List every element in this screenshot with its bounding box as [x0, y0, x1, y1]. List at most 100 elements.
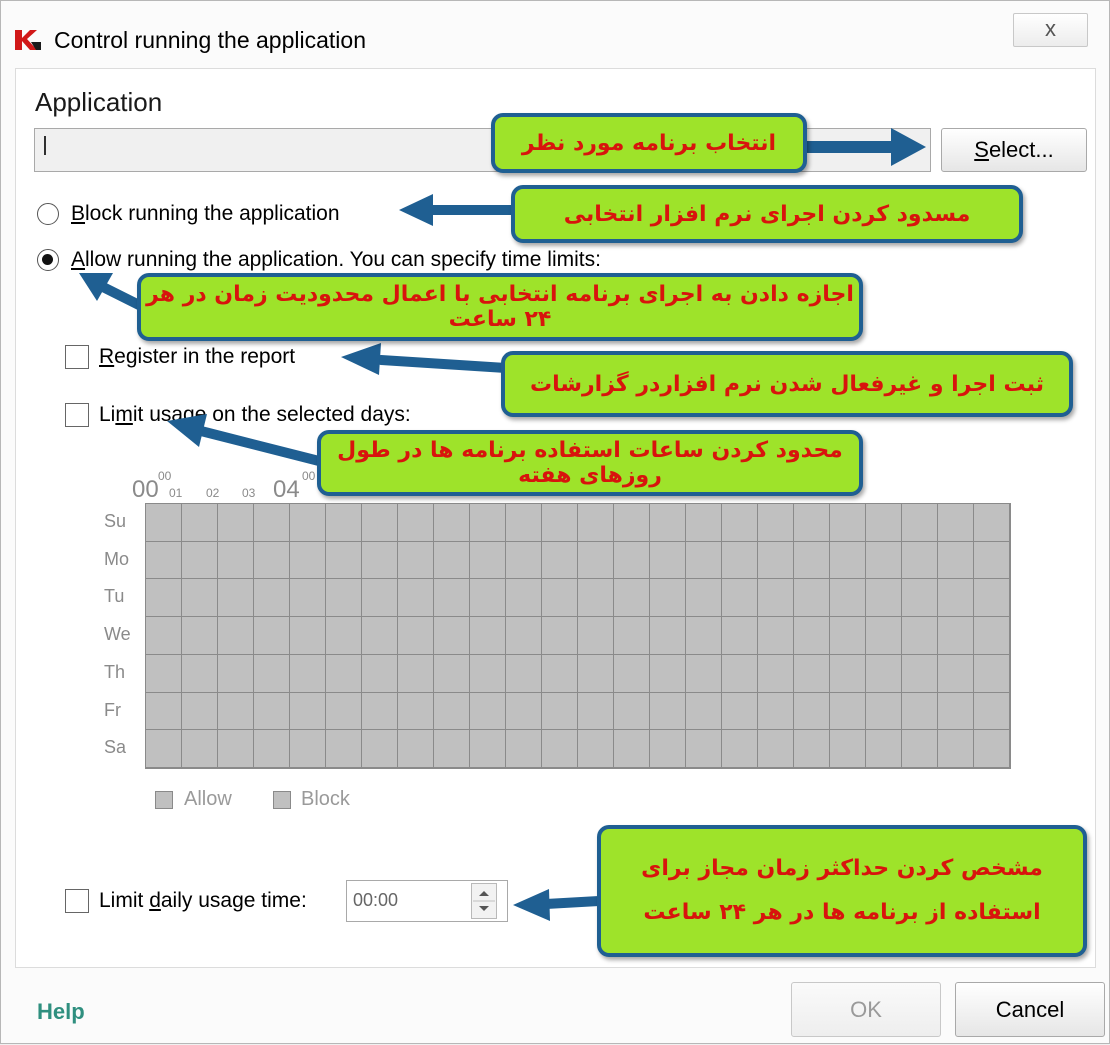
- close-button[interactable]: x: [1013, 13, 1088, 47]
- schedule-cell[interactable]: [326, 730, 362, 768]
- schedule-cell[interactable]: [938, 617, 974, 655]
- schedule-cell[interactable]: [686, 579, 722, 618]
- block-running-radio[interactable]: [37, 203, 59, 225]
- schedule-cell[interactable]: [506, 579, 542, 618]
- schedule-cell[interactable]: [578, 617, 614, 655]
- schedule-cell[interactable]: [686, 654, 722, 693]
- schedule-cell[interactable]: [218, 504, 254, 542]
- schedule-cell[interactable]: [578, 504, 614, 542]
- schedule-cell[interactable]: [830, 579, 866, 618]
- schedule-cell[interactable]: [506, 541, 542, 580]
- schedule-cell[interactable]: [794, 692, 830, 731]
- schedule-cell[interactable]: [722, 579, 758, 618]
- select-button[interactable]: Select...: [941, 128, 1087, 172]
- schedule-cell[interactable]: [902, 730, 938, 768]
- schedule-cell[interactable]: [398, 692, 434, 731]
- schedule-cell[interactable]: [362, 692, 398, 731]
- schedule-cell[interactable]: [290, 692, 326, 731]
- schedule-cell[interactable]: [218, 692, 254, 731]
- schedule-cell[interactable]: [218, 730, 254, 768]
- schedule-cell[interactable]: [470, 692, 506, 731]
- schedule-cell[interactable]: [866, 654, 902, 693]
- schedule-cell[interactable]: [974, 541, 1010, 580]
- cancel-button[interactable]: Cancel: [955, 982, 1105, 1037]
- schedule-cell[interactable]: [470, 579, 506, 618]
- schedule-cell[interactable]: [938, 730, 974, 768]
- schedule-cell[interactable]: [758, 541, 794, 580]
- schedule-cell[interactable]: [182, 541, 218, 580]
- schedule-cell[interactable]: [254, 541, 290, 580]
- schedule-cell[interactable]: [938, 504, 974, 542]
- schedule-cell[interactable]: [578, 579, 614, 618]
- schedule-cell[interactable]: [650, 541, 686, 580]
- schedule-cell[interactable]: [470, 541, 506, 580]
- register-in-report-checkbox[interactable]: [65, 345, 89, 369]
- schedule-cell[interactable]: [974, 730, 1010, 768]
- ok-button[interactable]: OK: [791, 982, 941, 1037]
- schedule-cell[interactable]: [290, 617, 326, 655]
- schedule-cell[interactable]: [830, 617, 866, 655]
- title-bar[interactable]: Control running the application x: [1, 1, 1109, 67]
- schedule-cell[interactable]: [542, 579, 578, 618]
- schedule-cell[interactable]: [758, 730, 794, 768]
- schedule-cell[interactable]: [614, 730, 650, 768]
- schedule-cell[interactable]: [182, 730, 218, 768]
- help-link[interactable]: Help: [37, 999, 85, 1025]
- schedule-cell[interactable]: [902, 579, 938, 618]
- schedule-cell[interactable]: [794, 617, 830, 655]
- schedule-cell[interactable]: [614, 654, 650, 693]
- schedule-cell[interactable]: [398, 730, 434, 768]
- schedule-cell[interactable]: [398, 617, 434, 655]
- schedule-cell[interactable]: [578, 541, 614, 580]
- schedule-cell[interactable]: [434, 617, 470, 655]
- schedule-cell[interactable]: [650, 692, 686, 731]
- schedule-cell[interactable]: [254, 504, 290, 542]
- schedule-cell[interactable]: [902, 504, 938, 542]
- schedule-cell[interactable]: [434, 541, 470, 580]
- schedule-cell[interactable]: [470, 504, 506, 542]
- schedule-cell[interactable]: [470, 730, 506, 768]
- schedule-cell[interactable]: [506, 617, 542, 655]
- schedule-cell[interactable]: [794, 730, 830, 768]
- schedule-cell[interactable]: [902, 692, 938, 731]
- schedule-cell[interactable]: [326, 504, 362, 542]
- schedule-cell[interactable]: [722, 654, 758, 693]
- schedule-cell[interactable]: [578, 692, 614, 731]
- schedule-cell[interactable]: [902, 654, 938, 693]
- schedule-cell[interactable]: [686, 541, 722, 580]
- schedule-cell[interactable]: [650, 654, 686, 693]
- schedule-cell[interactable]: [146, 654, 182, 693]
- schedule-cell[interactable]: [974, 617, 1010, 655]
- schedule-cell[interactable]: [686, 617, 722, 655]
- schedule-cell[interactable]: [146, 504, 182, 542]
- schedule-cell[interactable]: [254, 579, 290, 618]
- schedule-cell[interactable]: [254, 692, 290, 731]
- schedule-cell[interactable]: [830, 730, 866, 768]
- schedule-cell[interactable]: [326, 692, 362, 731]
- schedule-cell[interactable]: [182, 504, 218, 542]
- schedule-cell[interactable]: [146, 730, 182, 768]
- schedule-cell[interactable]: [614, 692, 650, 731]
- schedule-cell[interactable]: [398, 654, 434, 693]
- schedule-cell[interactable]: [974, 654, 1010, 693]
- schedule-cell[interactable]: [182, 579, 218, 618]
- schedule-cell[interactable]: [686, 730, 722, 768]
- schedule-cell[interactable]: [290, 579, 326, 618]
- schedule-cell[interactable]: [290, 541, 326, 580]
- schedule-cell[interactable]: [830, 692, 866, 731]
- schedule-cell[interactable]: [938, 541, 974, 580]
- schedule-cell[interactable]: [434, 692, 470, 731]
- schedule-cell[interactable]: [866, 504, 902, 542]
- schedule-cell[interactable]: [866, 692, 902, 731]
- schedule-cell[interactable]: [362, 579, 398, 618]
- schedule-cell[interactable]: [146, 617, 182, 655]
- limit-days-checkbox[interactable]: [65, 403, 89, 427]
- schedule-cell[interactable]: [182, 692, 218, 731]
- schedule-cell[interactable]: [326, 541, 362, 580]
- schedule-cell[interactable]: [146, 579, 182, 618]
- schedule-cell[interactable]: [542, 692, 578, 731]
- schedule-cell[interactable]: [650, 617, 686, 655]
- limit-days-label[interactable]: Limit usage on the selected days:: [99, 403, 411, 427]
- weekly-schedule-grid[interactable]: [145, 503, 1011, 769]
- schedule-cell[interactable]: [542, 654, 578, 693]
